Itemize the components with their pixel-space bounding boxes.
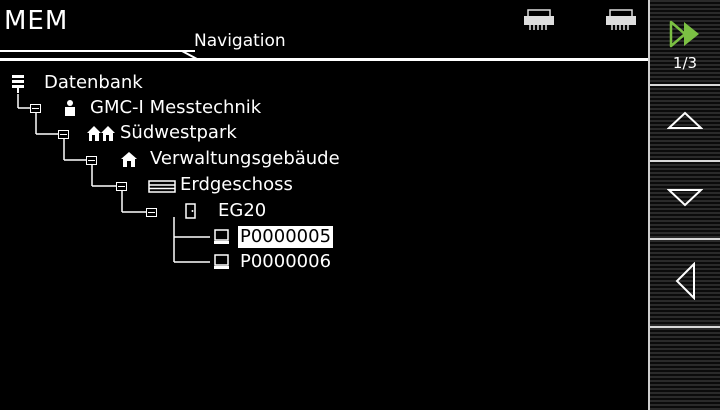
house-icon bbox=[120, 151, 140, 169]
collapse-toggle-customer[interactable] bbox=[30, 104, 41, 113]
toolbar-divider bbox=[650, 326, 720, 328]
tree-node-building[interactable]: Verwaltungsgebäude bbox=[150, 148, 340, 170]
next-page-button[interactable] bbox=[650, 18, 720, 54]
toolbar-divider bbox=[650, 238, 720, 240]
tree-node-device-selected[interactable]: P0000005 bbox=[238, 226, 334, 248]
collapse-toggle-floor[interactable] bbox=[116, 182, 127, 191]
side-toolbar: 1/3 bbox=[648, 0, 720, 410]
tree-node-device[interactable]: P0000006 bbox=[240, 251, 331, 273]
database-icon bbox=[10, 74, 30, 93]
collapse-toggle-site[interactable] bbox=[58, 130, 69, 139]
tree-node-room[interactable]: EG20 bbox=[218, 200, 266, 222]
scroll-down-button[interactable] bbox=[650, 170, 720, 230]
tree-node-database[interactable]: Datenbank bbox=[44, 72, 143, 94]
scroll-up-button[interactable] bbox=[650, 92, 720, 152]
device-icon bbox=[212, 253, 232, 271]
collapse-toggle-room[interactable] bbox=[146, 208, 157, 217]
person-icon bbox=[62, 99, 82, 117]
tree-node-floor[interactable]: Erdgeschoss bbox=[180, 174, 293, 196]
toolbar-divider bbox=[650, 84, 720, 86]
page-indicator: 1/3 bbox=[672, 54, 698, 72]
device-icon bbox=[212, 228, 232, 246]
tree-node-site[interactable]: Südwestpark bbox=[120, 122, 237, 144]
toolbar-divider bbox=[650, 160, 720, 162]
double-play-icon bbox=[668, 20, 702, 52]
back-button[interactable] bbox=[650, 250, 720, 316]
houses-icon bbox=[86, 124, 115, 142]
tree-node-customer[interactable]: GMC-I Messtechnik bbox=[90, 97, 261, 119]
floor-icon bbox=[148, 178, 176, 196]
navigation-tree: Datenbank GMC-I Messtechnik Südwestpark … bbox=[0, 0, 640, 410]
tree-connector-lines bbox=[17, 94, 210, 263]
door-icon bbox=[184, 202, 204, 220]
chevron-left-icon bbox=[674, 261, 696, 304]
chevron-up-icon bbox=[666, 110, 704, 134]
collapse-toggle-building[interactable] bbox=[86, 156, 97, 165]
chevron-down-icon bbox=[666, 188, 704, 212]
